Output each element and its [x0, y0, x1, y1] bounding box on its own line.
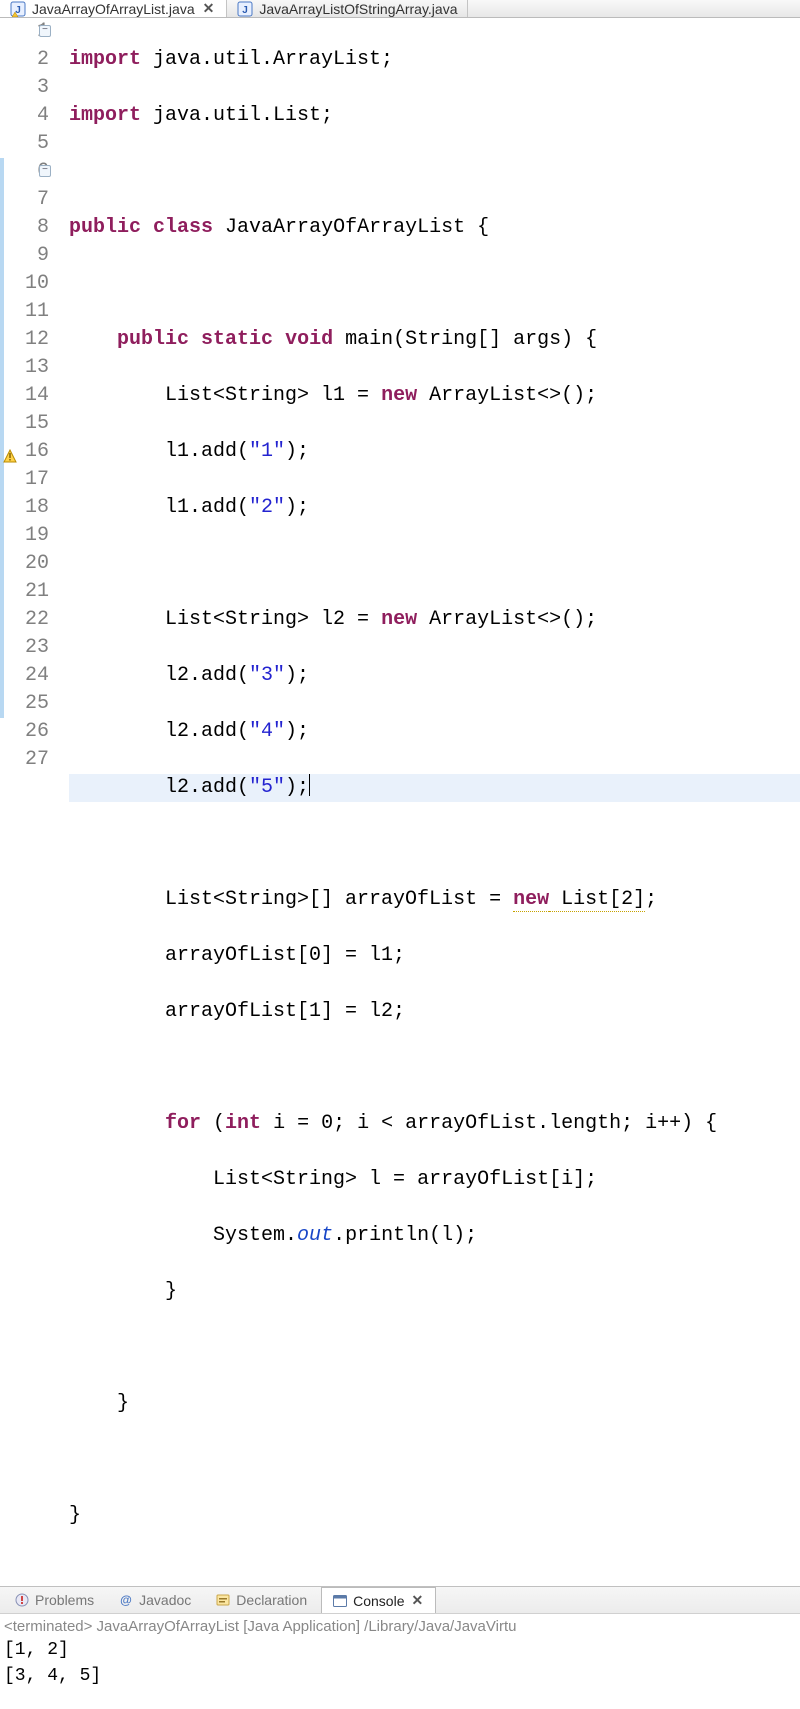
console-line: [1, 2]	[4, 1637, 796, 1663]
tab-label: JavaArrayListOfStringArray.java	[259, 1, 457, 17]
line-number-gutter: 1− 2 3 4 5 6− 7 8 9 10 11 12 13 14 15 16…	[0, 18, 55, 1586]
warning-icon[interactable]	[3, 445, 17, 459]
tab-java-arraylist-of-string-array[interactable]: J JavaArrayListOfStringArray.java	[227, 0, 468, 17]
tab-javadoc[interactable]: @ Javadoc	[108, 1588, 201, 1612]
javadoc-icon: @	[118, 1592, 134, 1608]
code-editor[interactable]: 1− 2 3 4 5 6− 7 8 9 10 11 12 13 14 15 16…	[0, 18, 800, 1586]
fold-toggle-icon[interactable]: −	[39, 25, 51, 37]
console-output[interactable]: [1, 2] [3, 4, 5]	[4, 1637, 796, 1689]
java-file-warning-icon: J	[10, 1, 26, 17]
fold-toggle-icon[interactable]: −	[39, 165, 51, 177]
console-line: [3, 4, 5]	[4, 1663, 796, 1689]
java-file-icon: J	[237, 1, 253, 17]
tab-label: JavaArrayOfArrayList.java	[32, 1, 195, 17]
tab-java-array-of-arraylist[interactable]: J JavaArrayOfArrayList.java ✕	[0, 0, 227, 17]
console-view: <terminated> JavaArrayOfArrayList [Java …	[0, 1613, 800, 1709]
declaration-icon	[215, 1592, 231, 1608]
text-cursor	[309, 774, 310, 796]
code-content[interactable]: import java.util.ArrayList; import java.…	[55, 18, 800, 1586]
svg-text:@: @	[120, 1593, 132, 1607]
console-status: <terminated> JavaArrayOfArrayList [Java …	[4, 1618, 796, 1635]
problems-icon	[14, 1592, 30, 1608]
tab-console[interactable]: Console ✕	[321, 1587, 436, 1613]
console-icon	[332, 1593, 348, 1609]
close-icon[interactable]: ✕	[410, 1592, 426, 1609]
current-line: l2.add("5");	[69, 774, 800, 802]
view-tab-bar: Problems @ Javadoc Declaration Console ✕	[0, 1586, 800, 1613]
editor-tab-bar: J JavaArrayOfArrayList.java ✕ J JavaArra…	[0, 0, 800, 18]
close-icon[interactable]: ✕	[201, 0, 217, 17]
tab-declaration[interactable]: Declaration	[205, 1588, 317, 1612]
tab-problems[interactable]: Problems	[4, 1588, 104, 1612]
svg-text:J: J	[243, 5, 249, 16]
